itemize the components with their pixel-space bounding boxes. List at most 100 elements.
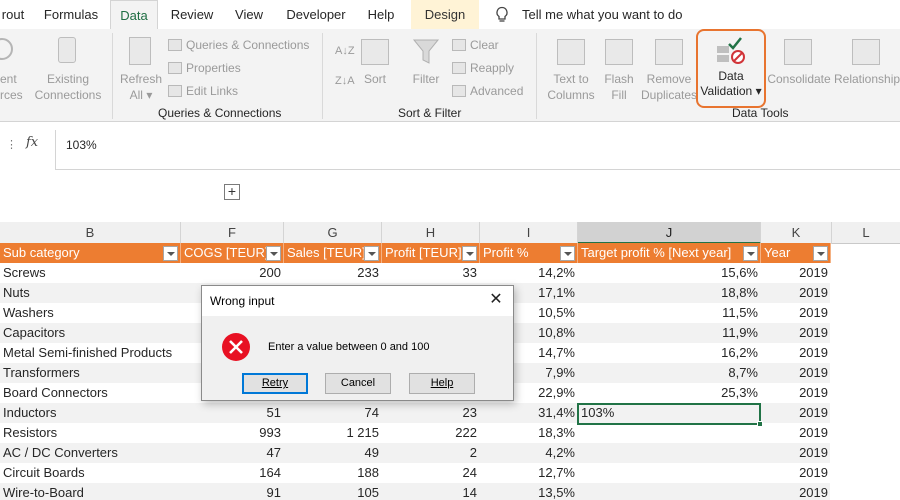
tab-data[interactable]: Data — [110, 0, 158, 29]
column-header-h[interactable]: H — [382, 222, 480, 244]
cell-year[interactable]: 2019 — [761, 323, 831, 343]
active-cell-selection[interactable] — [577, 403, 763, 427]
cell-sales[interactable]: 74 — [284, 403, 382, 423]
tab-review[interactable]: Review — [164, 0, 220, 29]
cell-sub-category[interactable]: Transformers — [0, 363, 181, 383]
cell-cogs[interactable]: 47 — [181, 443, 284, 463]
cell-cogs[interactable]: 51 — [181, 403, 284, 423]
cell-cogs[interactable]: 91 — [181, 483, 284, 500]
cell-profit-pct[interactable]: 13,5% — [480, 483, 578, 500]
cell-sub-category[interactable]: Nuts — [0, 283, 181, 303]
cell-sub-category[interactable]: Inductors — [0, 403, 181, 423]
cell-target-profit[interactable]: 8,7% — [578, 363, 761, 383]
tab-help[interactable]: Help — [360, 0, 402, 29]
tab-formulas[interactable]: Formulas — [36, 0, 106, 29]
remove-duplicates-button[interactable]: Remove Duplicates — [638, 71, 700, 103]
cell-sub-category[interactable]: Board Connectors — [0, 383, 181, 403]
insert-function-button[interactable]: fx — [26, 135, 38, 150]
tab-design[interactable]: Design — [411, 0, 479, 29]
filter-button[interactable]: Filter — [406, 71, 446, 87]
consolidate-button[interactable]: Consolidate — [766, 71, 832, 87]
column-header-f[interactable]: F — [181, 222, 284, 244]
cell-profit[interactable]: 14 — [382, 483, 480, 500]
cell-target-profit[interactable]: 15,6% — [578, 263, 761, 283]
cell-year[interactable]: 2019 — [761, 383, 831, 403]
column-header-k[interactable]: K — [761, 222, 832, 244]
advanced-button[interactable]: Advanced — [452, 83, 523, 99]
cell-cogs[interactable]: 164 — [181, 463, 284, 483]
cell-target-profit[interactable]: 18,8% — [578, 283, 761, 303]
cell-profit[interactable]: 2 — [382, 443, 480, 463]
cell-profit[interactable]: 33 — [382, 263, 480, 283]
tab-view[interactable]: View — [226, 0, 272, 29]
cell-profit-pct[interactable]: 14,2% — [480, 263, 578, 283]
cell-year[interactable]: 2019 — [761, 343, 831, 363]
sort-za-icon[interactable]: Z↓A — [335, 73, 355, 89]
cancel-button[interactable]: Cancel — [325, 373, 391, 394]
cell-target-profit[interactable] — [578, 483, 761, 500]
cell-sales[interactable]: 105 — [284, 483, 382, 500]
cell-year[interactable]: 2019 — [761, 403, 831, 423]
existing-connections-button[interactable]: Existing Connections — [30, 71, 106, 103]
filter-dropdown-icon[interactable] — [813, 246, 828, 261]
cell-sub-category[interactable]: Washers — [0, 303, 181, 323]
properties-button[interactable]: Properties — [168, 60, 241, 76]
cell-profit[interactable]: 222 — [382, 423, 480, 443]
expand-namebox-icon[interactable]: ⋮ — [6, 138, 17, 151]
data-validation-button[interactable]: Data Validation ▾ — [698, 69, 764, 99]
sort-button[interactable]: Sort — [356, 71, 394, 87]
expand-group-button[interactable]: + — [224, 184, 240, 200]
column-header-l[interactable]: L — [832, 222, 900, 244]
tab-developer[interactable]: Developer — [280, 0, 352, 29]
cell-year[interactable]: 2019 — [761, 463, 831, 483]
cell-sub-category[interactable]: Resistors — [0, 423, 181, 443]
filter-dropdown-icon[interactable] — [743, 246, 758, 261]
formula-input[interactable]: 103% — [55, 130, 900, 170]
filter-dropdown-icon[interactable] — [462, 246, 477, 261]
filter-dropdown-icon[interactable] — [163, 246, 178, 261]
cell-cogs[interactable]: 200 — [181, 263, 284, 283]
text-to-columns-button[interactable]: Text to Columns — [542, 71, 600, 103]
cell-year[interactable]: 2019 — [761, 363, 831, 383]
flash-fill-button[interactable]: Flash Fill — [598, 71, 640, 103]
filter-dropdown-icon[interactable] — [364, 246, 379, 261]
close-icon[interactable]: ✕ — [487, 291, 505, 309]
cell-target-profit[interactable]: 11,5% — [578, 303, 761, 323]
cell-target-profit[interactable] — [578, 463, 761, 483]
relationships-button[interactable]: Relationship — [834, 71, 900, 87]
cell-sub-category[interactable]: Capacitors — [0, 323, 181, 343]
queries-connections-button[interactable]: Queries & Connections — [168, 37, 309, 53]
clear-button[interactable]: Clear — [452, 37, 499, 53]
cell-sales[interactable]: 1 215 — [284, 423, 382, 443]
column-header-j[interactable]: J — [578, 222, 761, 244]
cell-profit-pct[interactable]: 18,3% — [480, 423, 578, 443]
column-header-i[interactable]: I — [480, 222, 578, 244]
cell-sub-category[interactable]: Screws — [0, 263, 181, 283]
cell-target-profit[interactable]: 16,2% — [578, 343, 761, 363]
refresh-all-button[interactable]: Refresh All ▾ — [118, 71, 164, 103]
sort-az-icon[interactable]: A↓Z — [335, 43, 355, 59]
tab-layout[interactable]: rout — [0, 0, 26, 29]
cell-sales[interactable]: 233 — [284, 263, 382, 283]
tell-me-search[interactable]: Tell me what you want to do — [522, 0, 682, 29]
cell-year[interactable]: 2019 — [761, 443, 831, 463]
filter-dropdown-icon[interactable] — [266, 246, 281, 261]
cell-sub-category[interactable]: Circuit Boards — [0, 463, 181, 483]
cell-profit[interactable]: 23 — [382, 403, 480, 423]
cell-target-profit[interactable]: 25,3% — [578, 383, 761, 403]
cell-sub-category[interactable]: Metal Semi-finished Products — [0, 343, 181, 363]
cell-year[interactable]: 2019 — [761, 483, 831, 500]
cell-profit-pct[interactable]: 12,7% — [480, 463, 578, 483]
cell-year[interactable]: 2019 — [761, 423, 831, 443]
cell-year[interactable]: 2019 — [761, 263, 831, 283]
retry-button[interactable]: Retry — [242, 373, 308, 394]
cell-profit-pct[interactable]: 4,2% — [480, 443, 578, 463]
column-header-b[interactable]: B — [0, 222, 181, 244]
cell-sales[interactable]: 49 — [284, 443, 382, 463]
cell-profit-pct[interactable]: 31,4% — [480, 403, 578, 423]
column-header-g[interactable]: G — [284, 222, 382, 244]
recent-sources-button[interactable]: ent rces — [0, 71, 23, 103]
cell-sub-category[interactable]: Wire-to-Board — [0, 483, 181, 500]
edit-links-button[interactable]: Edit Links — [168, 83, 238, 99]
cell-year[interactable]: 2019 — [761, 283, 831, 303]
